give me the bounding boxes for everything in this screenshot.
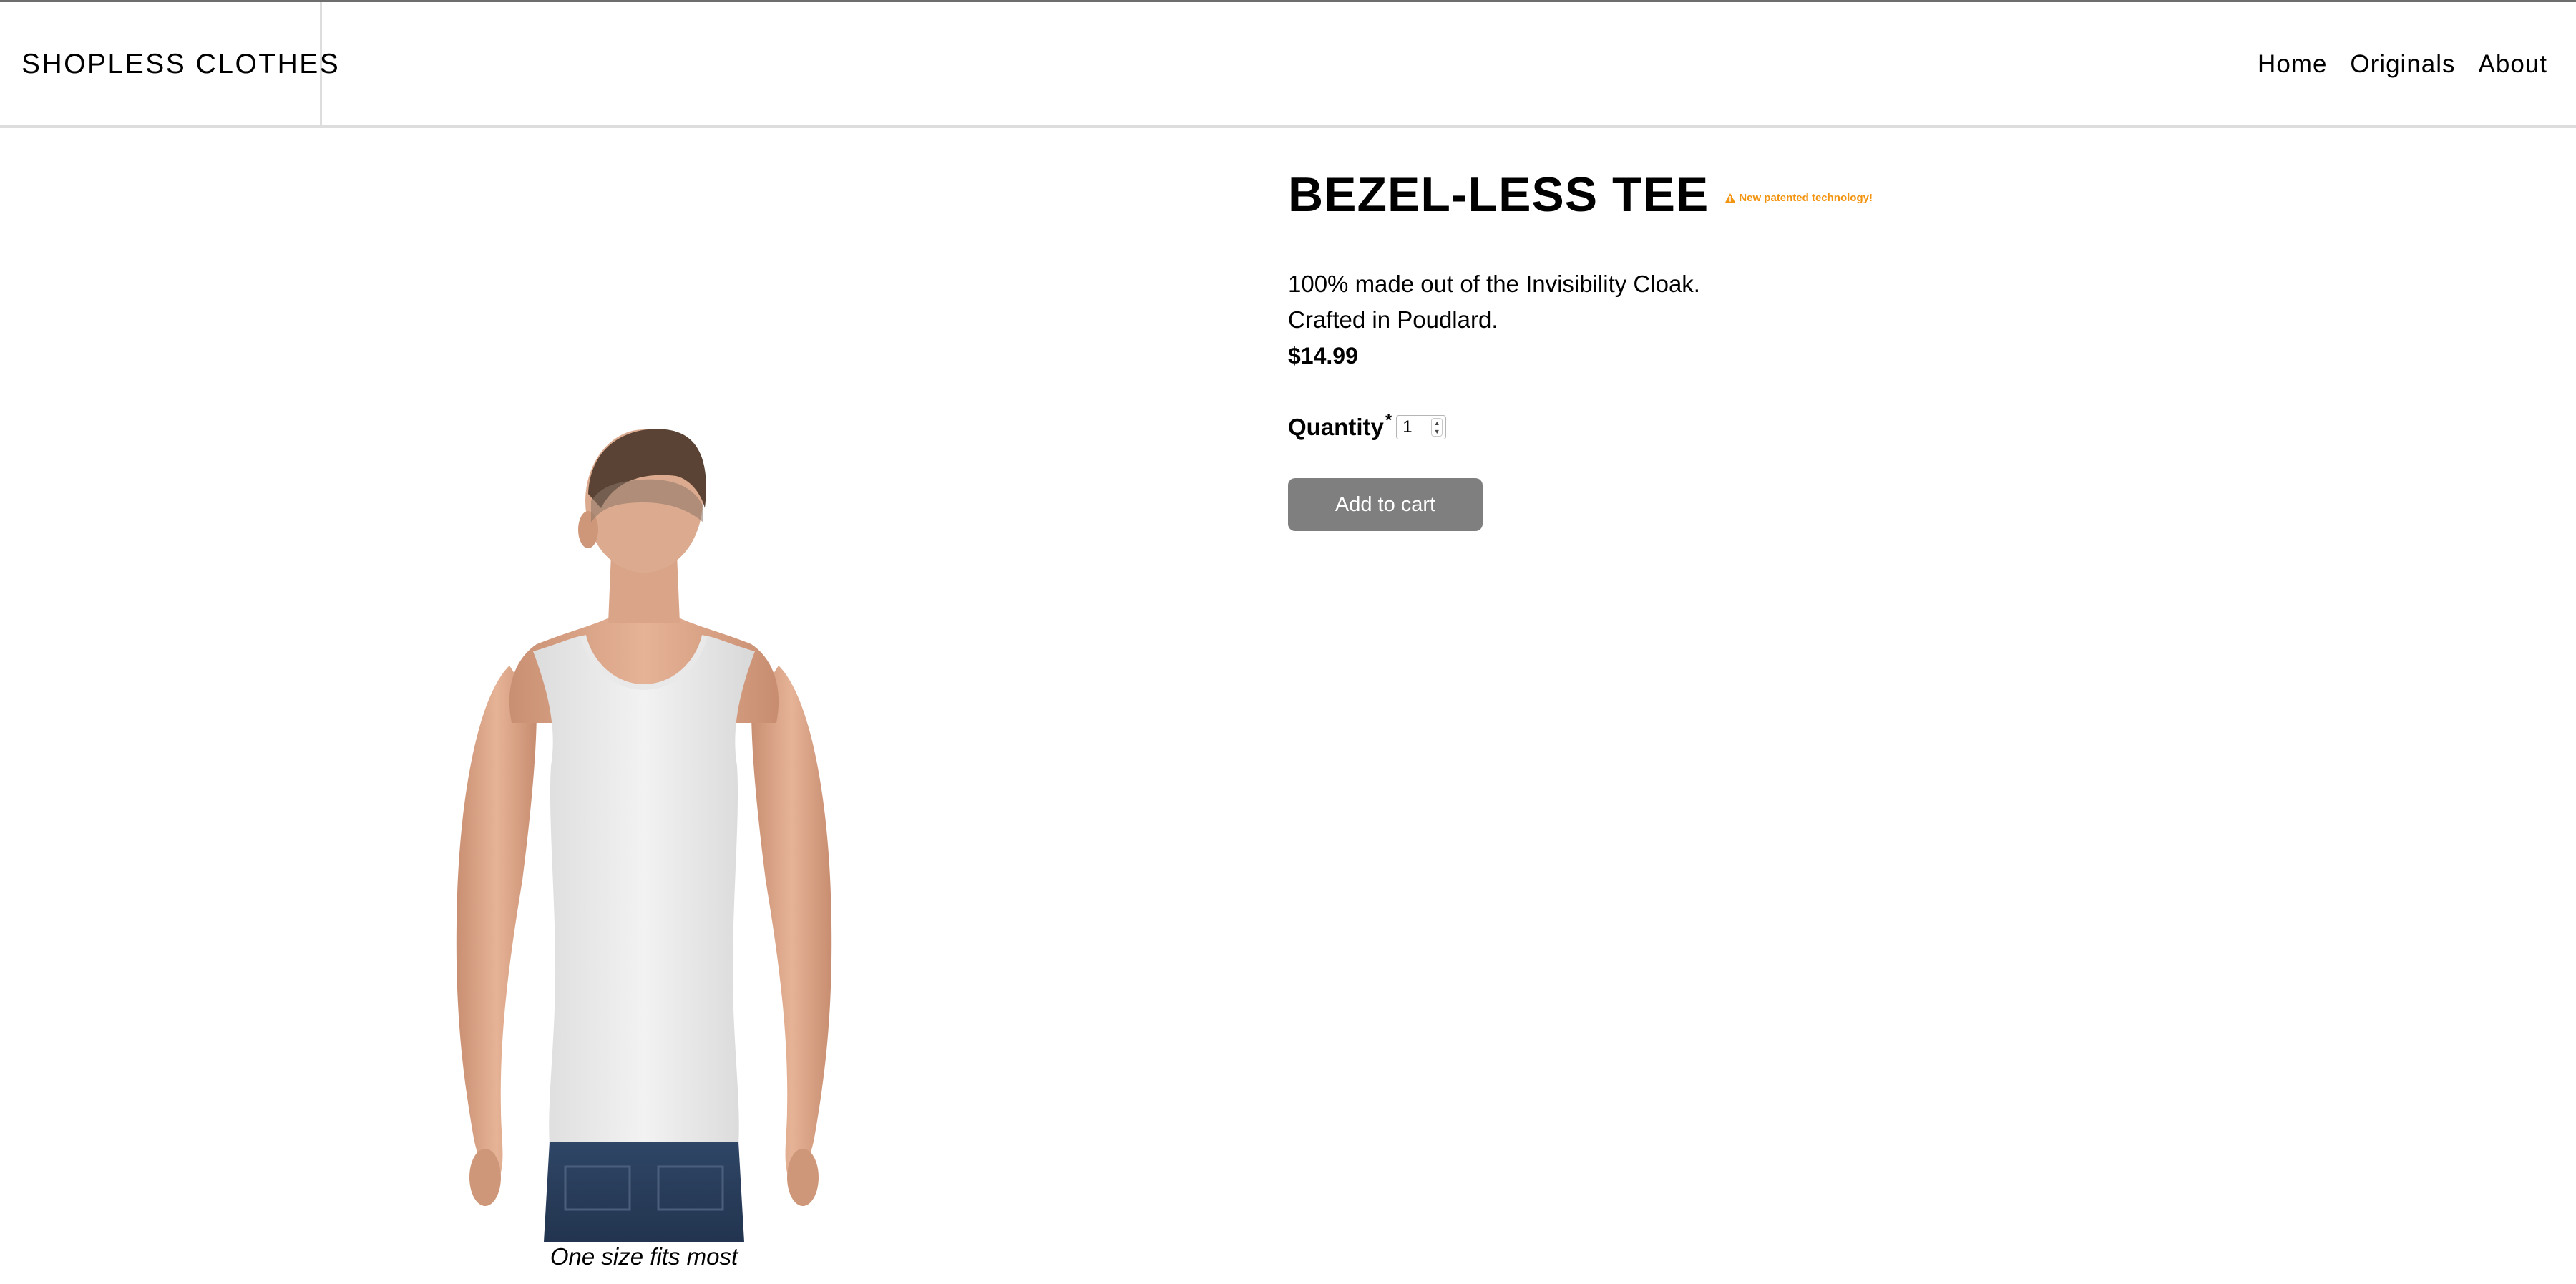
product-image-caption: One size fits most [550,1243,738,1270]
title-row: BEZEL-LESS TEE New patented technology! [1288,166,2147,223]
product-figure: One size fits most [429,422,859,1274]
quantity-row: Quantity * 1 ▲ ▼ [1288,409,2147,445]
description-line: Crafted in Poudlard. [1288,306,1498,333]
product-price: $14.99 [1288,343,1358,369]
product-title: BEZEL-LESS TEE [1288,167,1709,222]
required-marker: * [1385,411,1392,430]
add-to-cart-button[interactable]: Add to cart [1288,478,1483,531]
quantity-input[interactable]: 1 ▲ ▼ [1396,415,1447,439]
site-header: SHOPLESS CLOTHES Home Originals About [0,0,2576,128]
chevron-up-icon[interactable]: ▲ [1434,419,1440,427]
quantity-stepper[interactable]: ▲ ▼ [1431,418,1443,437]
new-tech-badge: New patented technology! [1724,192,1873,204]
nav-link-about[interactable]: About [2479,48,2547,81]
main-nav: Home Originals About [2258,48,2547,81]
quantity-label: Quantity [1288,414,1384,440]
chevron-down-icon[interactable]: ▼ [1434,428,1440,435]
brand-container: SHOPLESS CLOTHES [0,2,338,125]
badge-text: New patented technology! [1739,191,1873,204]
product-details: BEZEL-LESS TEE New patented technology! … [1288,166,2147,531]
warning-triangle-icon [1725,193,1736,203]
quantity-value: 1 [1402,417,1413,437]
nav-link-home[interactable]: Home [2258,48,2327,81]
product-image [456,429,832,1242]
product-description: 100% made out of the Invisibility Cloak.… [1288,266,2147,338]
brand-logo-text[interactable]: SHOPLESS CLOTHES [21,48,340,81]
nav-link-originals[interactable]: Originals [2350,48,2455,81]
description-line: 100% made out of the Invisibility Cloak. [1288,271,1700,297]
